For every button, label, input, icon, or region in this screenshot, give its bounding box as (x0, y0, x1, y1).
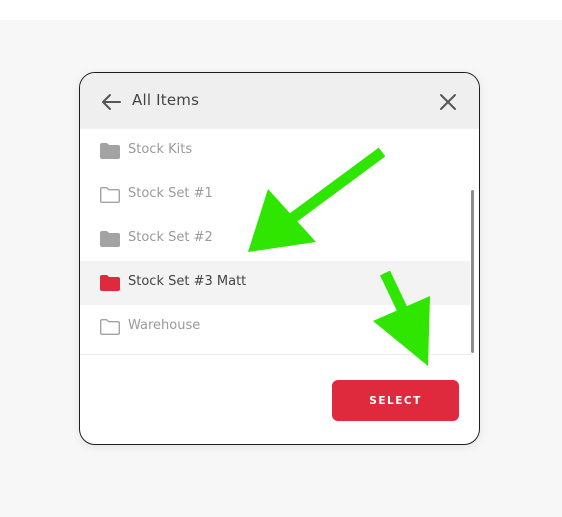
folder-outline-icon (100, 187, 120, 203)
scrollbar-thumb[interactable] (471, 190, 474, 353)
list-item-warehouse[interactable]: Warehouse (80, 305, 470, 349)
list-item-stock-set-2[interactable]: Stock Set #2 (80, 217, 470, 261)
folder-picker-dialog: All Items Stock Kits Stock Set #1 Stock … (79, 72, 480, 445)
folder-filled-icon (100, 275, 120, 291)
select-button[interactable]: SELECT (332, 380, 459, 421)
folder-list: Stock Kits Stock Set #1 Stock Set #2 Sto… (80, 129, 470, 355)
list-item-stock-kits[interactable]: Stock Kits (80, 129, 470, 173)
list-item-label: Warehouse (128, 318, 201, 333)
list-item-stock-set-3-matt[interactable]: Stock Set #3 Matt (80, 261, 470, 305)
list-item-label: Stock Kits (128, 142, 193, 157)
folder-filled-icon (100, 143, 120, 159)
list-item-stock-set-1[interactable]: Stock Set #1 (80, 173, 470, 217)
folder-outline-icon (100, 319, 120, 335)
footer-divider (80, 354, 473, 355)
list-item-label: Stock Set #1 (128, 186, 213, 201)
list-item-label: Stock Set #2 (128, 230, 213, 245)
top-strip (0, 0, 562, 20)
close-icon[interactable] (436, 90, 460, 114)
dialog-title: All Items (132, 91, 200, 109)
list-item-label: Stock Set #3 Matt (128, 274, 247, 289)
dialog-header: All Items (80, 73, 479, 129)
back-arrow-icon[interactable] (98, 89, 124, 115)
folder-filled-icon (100, 231, 120, 247)
